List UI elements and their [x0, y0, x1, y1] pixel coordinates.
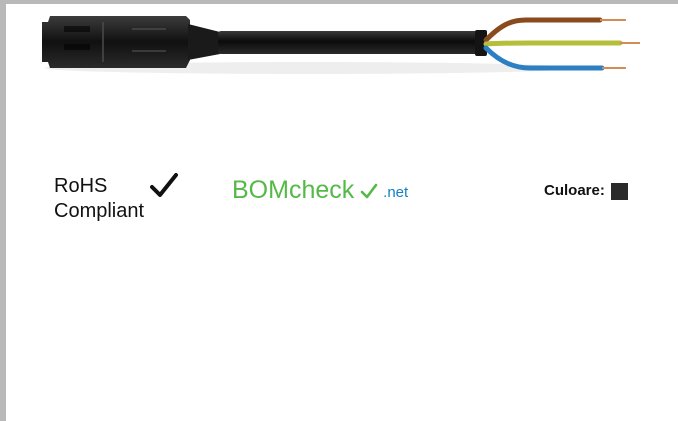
rohs-compliant-label: RoHS Compliant — [54, 173, 194, 225]
page-frame: RoHS Compliant BOMcheck .net Culoare: — [0, 0, 678, 421]
bomcheck-logo-net: .net — [383, 184, 409, 201]
check-icon — [150, 173, 178, 197]
connector-cable-image — [40, 14, 644, 74]
rohs-title: RoHS — [54, 175, 108, 197]
bomcheck-logo-main: BOMcheck — [232, 176, 355, 204]
color-swatch — [610, 182, 628, 200]
color-label: Culoare: — [544, 182, 605, 199]
check-icon — [360, 183, 378, 199]
rohs-subtitle: Compliant — [54, 200, 145, 222]
color-indicator: Culoare: — [544, 179, 628, 203]
bomcheck-logo: BOMcheck .net — [232, 176, 408, 210]
